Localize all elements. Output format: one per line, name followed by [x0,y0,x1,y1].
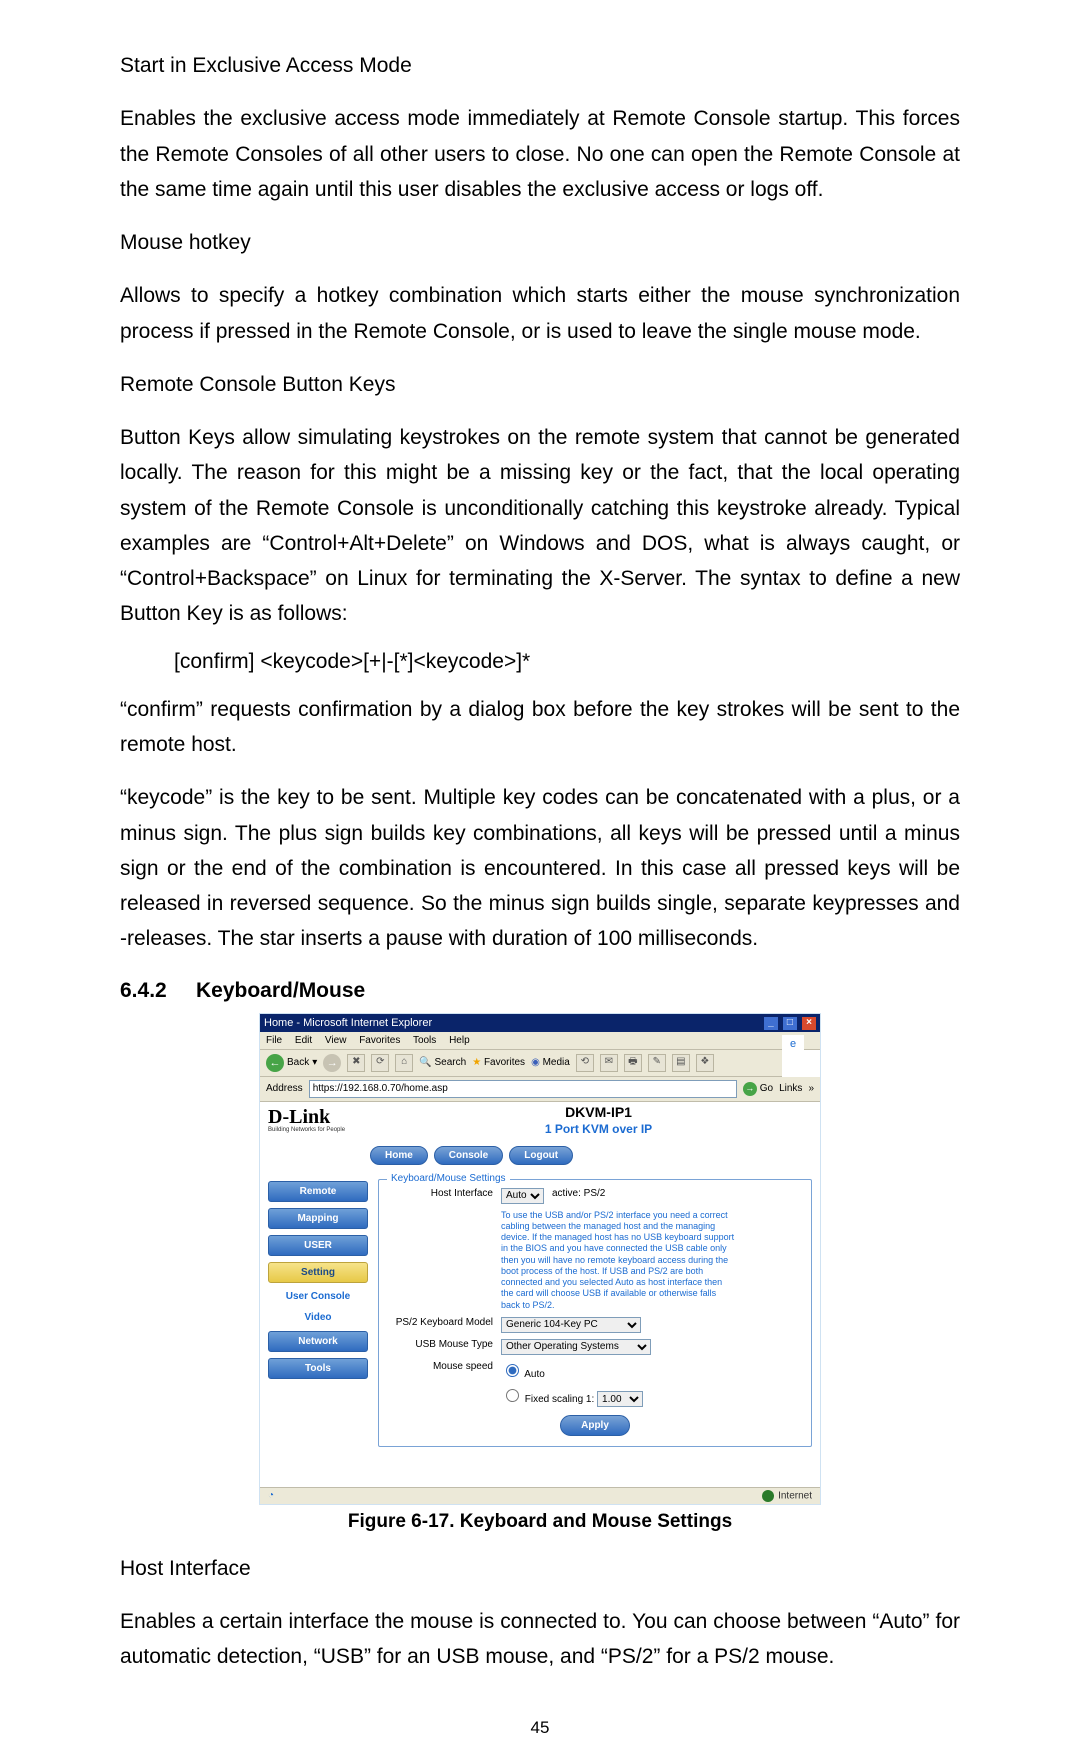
browser-toolbar: ←Back▾ → ✖ ⟳ ⌂ 🔍 Search ★ Favorites ◉ Me… [260,1050,782,1077]
edit-icon[interactable]: ✎ [648,1054,666,1072]
media-button[interactable]: ◉ Media [531,1057,570,1068]
menu-file[interactable]: File [266,1035,282,1046]
favorites-button[interactable]: ★ Favorites [472,1057,525,1068]
usb-mouse-select[interactable]: Other Operating Systems [501,1339,651,1355]
mouse-speed-label: Mouse speed [389,1361,493,1372]
refresh-icon[interactable]: ⟳ [371,1054,389,1072]
para-confirm: “confirm” requests confirmation by a dia… [120,692,960,763]
section-title: Keyboard/Mouse [196,979,365,1003]
para-mouse-hotkey: Allows to specify a hotkey combination w… [120,278,960,349]
menu-view[interactable]: View [325,1035,347,1046]
sidebar-item-tools[interactable]: Tools [268,1358,368,1379]
sidebar-item-mapping[interactable]: Mapping [268,1208,368,1229]
back-button[interactable]: ←Back▾ [266,1054,317,1072]
settings-fieldset: Keyboard/Mouse Settings Host Interface A… [378,1179,812,1448]
misc-icon[interactable]: ❖ [696,1054,714,1072]
stop-icon[interactable]: ✖ [347,1054,365,1072]
usb-mouse-label: USB Mouse Type [389,1339,493,1350]
figure-caption: Figure 6-17. Keyboard and Mouse Settings [120,1511,960,1533]
ps2-model-select[interactable]: Generic 104-Key PC [501,1317,641,1333]
mouse-speed-fixed-select[interactable]: 1.00 [597,1391,643,1407]
discuss-icon[interactable]: ▤ [672,1054,690,1072]
para-button-keys: Button Keys allow simulating keystrokes … [120,420,960,632]
product-subtitle: 1 Port KVM over IP [385,1122,812,1136]
brand-tagline: Building Networks for People [268,1127,345,1133]
sidebar-item-setting[interactable]: Setting [268,1262,368,1283]
heading-button-keys: Remote Console Button Keys [120,367,960,402]
browser-menubar: e File Edit View Favorites Tools Help [260,1032,820,1050]
tab-console[interactable]: Console [434,1146,503,1165]
screenshot: Home - Microsoft Internet Explorer _ □ ×… [259,1013,821,1505]
mouse-speed-fixed-radio[interactable] [506,1389,519,1402]
internet-zone-icon [762,1490,774,1502]
heading-mouse-hotkey: Mouse hotkey [120,225,960,260]
window-close-icon[interactable]: × [802,1017,816,1030]
ie-logo-icon: e [782,1035,804,1053]
ps2-model-label: PS/2 Keyboard Model [389,1317,493,1328]
syntax-line: [confirm] <keycode>[+|-[*]<keycode>]* [174,650,960,674]
sidebar-item-network[interactable]: Network [268,1331,368,1352]
search-button[interactable]: 🔍 Search [419,1057,466,1068]
host-interface-label: Host Interface [389,1188,493,1199]
mouse-speed-fixed-label: Fixed scaling 1: [525,1394,594,1405]
mouse-speed-auto-radio[interactable] [506,1364,519,1377]
address-label: Address [266,1083,303,1094]
heading-host-interface: Host Interface [120,1551,960,1586]
host-interface-active: active: PS/2 [552,1188,605,1199]
para-keycode: “keycode” is the key to be sent. Multipl… [120,780,960,956]
fieldset-legend: Keyboard/Mouse Settings [387,1173,510,1184]
menu-help[interactable]: Help [449,1035,470,1046]
status-left-icon: ◔ [268,1490,274,1501]
links-label[interactable]: Links [779,1083,802,1094]
sidebar-item-video[interactable]: Video [268,1310,368,1325]
para-host-interface: Enables a certain interface the mouse is… [120,1604,960,1675]
host-interface-select[interactable]: Auto [501,1188,544,1204]
brand-logo: D-Link [268,1106,330,1128]
sidebar-item-user-console[interactable]: User Console [268,1289,368,1304]
top-tabs: Home Console Logout [260,1142,820,1173]
sidebar: Remote Mapping USER Setting User Console… [268,1179,368,1479]
menu-favorites[interactable]: Favorites [359,1035,400,1046]
tab-logout[interactable]: Logout [509,1146,573,1165]
menu-tools[interactable]: Tools [413,1035,436,1046]
go-button[interactable]: →Go [743,1082,773,1096]
sidebar-item-remote[interactable]: Remote [268,1181,368,1202]
page-number: 45 [120,1718,960,1738]
mail-icon[interactable]: ✉ [600,1054,618,1072]
apply-button[interactable]: Apply [560,1415,630,1436]
browser-statusbar: ◔ Internet [260,1487,820,1504]
window-minimize-icon[interactable]: _ [764,1017,778,1030]
window-maximize-icon[interactable]: □ [783,1017,797,1030]
para-exclusive: Enables the exclusive access mode immedi… [120,101,960,207]
print-icon[interactable]: 🖶 [624,1054,642,1072]
titlebar-text: Home - Microsoft Internet Explorer [264,1017,432,1029]
section-number: 6.4.2 [120,979,176,1003]
status-zone: Internet [778,1490,812,1501]
address-bar: Address →Go Links » [260,1077,820,1102]
browser-titlebar: Home - Microsoft Internet Explorer _ □ × [260,1014,820,1032]
history-icon[interactable]: ⟲ [576,1054,594,1072]
tab-home[interactable]: Home [370,1146,428,1165]
home-icon[interactable]: ⌂ [395,1054,413,1072]
host-interface-note: To use the USB and/or PS/2 interface you… [501,1210,736,1311]
product-name: DKVM-IP1 [385,1104,812,1120]
links-chevron-icon[interactable]: » [808,1083,814,1094]
sidebar-item-user[interactable]: USER [268,1235,368,1256]
menu-edit[interactable]: Edit [295,1035,312,1046]
address-input[interactable] [309,1080,737,1098]
mouse-speed-auto-label: Auto [524,1369,545,1380]
forward-button[interactable]: → [323,1054,341,1072]
heading-exclusive: Start in Exclusive Access Mode [120,48,960,83]
